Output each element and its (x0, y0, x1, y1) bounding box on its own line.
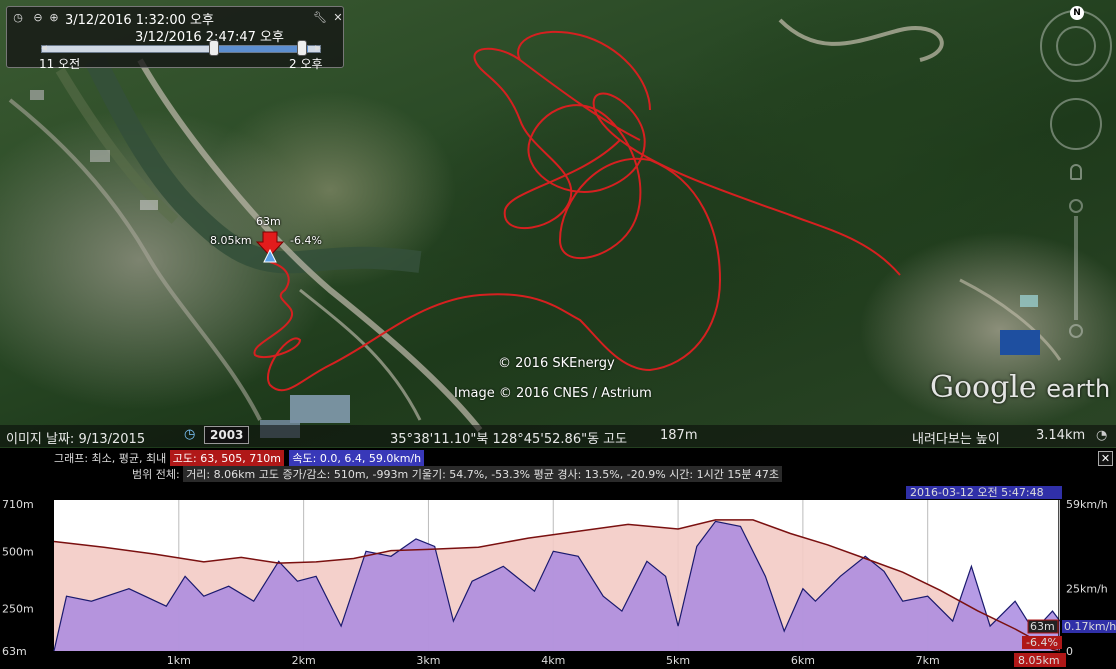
historical-imagery-icon[interactable]: ◷ (184, 427, 195, 442)
y-right-tick-label: 25km/h (1066, 583, 1108, 596)
gps-track (253, 30, 901, 392)
status-bar: 이미지 날짜: 9/13/2015 ◷ 2003 35°38'11.10"북 1… (0, 425, 1116, 447)
elevation-speed-chart[interactable]: 1km 2km 3km 4km 5km 6km 7km 710m 500m 250m 63m 59km… (0, 448, 1116, 669)
pointer-elevation: 187m (660, 428, 698, 443)
navigation-control: N (1030, 4, 1116, 346)
logo-earth-text: earth (1046, 375, 1111, 403)
y-left-tick-label: 710m (2, 498, 34, 511)
map-view[interactable]: 63m 8.05km -6.4% © 2016 SKEnergy Image ©… (0, 0, 1116, 448)
slider-left-label: 11 오전 (39, 57, 81, 71)
x-tick-label: 3km (416, 654, 440, 667)
cursor-speed: 0.17km/h (1064, 620, 1116, 633)
y-left-tick-label: 63m (2, 645, 27, 658)
x-tick-label: 4km (541, 654, 565, 667)
north-icon[interactable]: N (1070, 6, 1084, 20)
historical-year-badge[interactable]: 2003 (204, 426, 250, 444)
zoom-out-icon[interactable]: ⊖ (31, 11, 45, 25)
pointer-coordinates: 35°38'11.10"북 128°45'52.86"동 고도 (390, 432, 628, 447)
time-slider-panel: ◷ ⊖ ⊕ 3/12/2016 1:32:00 오후 3/12/2016 2:4… (6, 6, 345, 71)
x-tick-label: 6km (791, 654, 815, 667)
y-left-tick-label: 250m (2, 603, 34, 616)
copyright-sk: © 2016 SKEnergy (498, 356, 615, 371)
step-forward-icon[interactable]: ▸ (311, 41, 325, 55)
time-slider-track[interactable] (41, 45, 321, 53)
copyright-cnes: Image © 2016 CNES / Astrium (454, 386, 652, 401)
x-tick-label: 7km (916, 654, 940, 667)
imagery-date: 이미지 날짜: 9/13/2015 (6, 432, 146, 447)
cursor-datetime: 2016-03-12 오전 5:47:48 (910, 486, 1044, 499)
y-right-tick-label: 59km/h (1066, 498, 1108, 511)
marker-grade-label: -6.4% (290, 234, 322, 247)
step-back-icon[interactable]: ◂ (37, 41, 51, 55)
zoom-in-icon[interactable]: ⊕ (47, 11, 61, 25)
clock-icon[interactable]: ◷ (11, 11, 25, 25)
x-tick-label: 2km (292, 654, 316, 667)
y-left-tick-label: 500m (2, 546, 34, 559)
eye-altitude-label: 내려다보는 높이 (912, 432, 1000, 447)
cursor-distance: 8.05km (1018, 654, 1060, 667)
x-tick-label: 5km (666, 654, 690, 667)
zoom-minus-icon[interactable] (1069, 324, 1083, 338)
logo-google-text: Google (930, 370, 1037, 405)
close-icon[interactable]: ✕ (331, 11, 345, 25)
google-earth-logo: Google earth (930, 370, 1110, 405)
cursor-altitude: 63m (1030, 620, 1055, 633)
end-time-handle[interactable] (297, 40, 307, 56)
street-view-icon[interactable] (1070, 164, 1082, 180)
time-range-fill (218, 46, 308, 52)
marker-distance-label: 8.05km (210, 234, 252, 247)
marker-altitude-label: 63m (256, 215, 281, 228)
x-tick-label: 1km (167, 654, 191, 667)
start-time-handle[interactable] (209, 40, 219, 56)
loading-icon: ◔ (1096, 428, 1108, 443)
zoom-plus-icon[interactable] (1069, 199, 1083, 213)
eye-altitude-value: 3.14km (1036, 428, 1086, 443)
slider-right-label: 2 오후 (289, 57, 323, 71)
move-joystick[interactable] (1050, 98, 1102, 150)
look-joystick[interactable] (1056, 26, 1096, 66)
y-right-tick-label: 0 (1066, 645, 1073, 658)
wrench-icon[interactable]: 🔧︎ (313, 11, 327, 25)
cursor-grade: -6.4% (1026, 636, 1058, 649)
elevation-profile-panel: 그래프: 최소, 평균, 최내 고도: 63, 505, 710m 속도: 0.… (0, 448, 1116, 669)
zoom-slider[interactable] (1074, 216, 1078, 320)
